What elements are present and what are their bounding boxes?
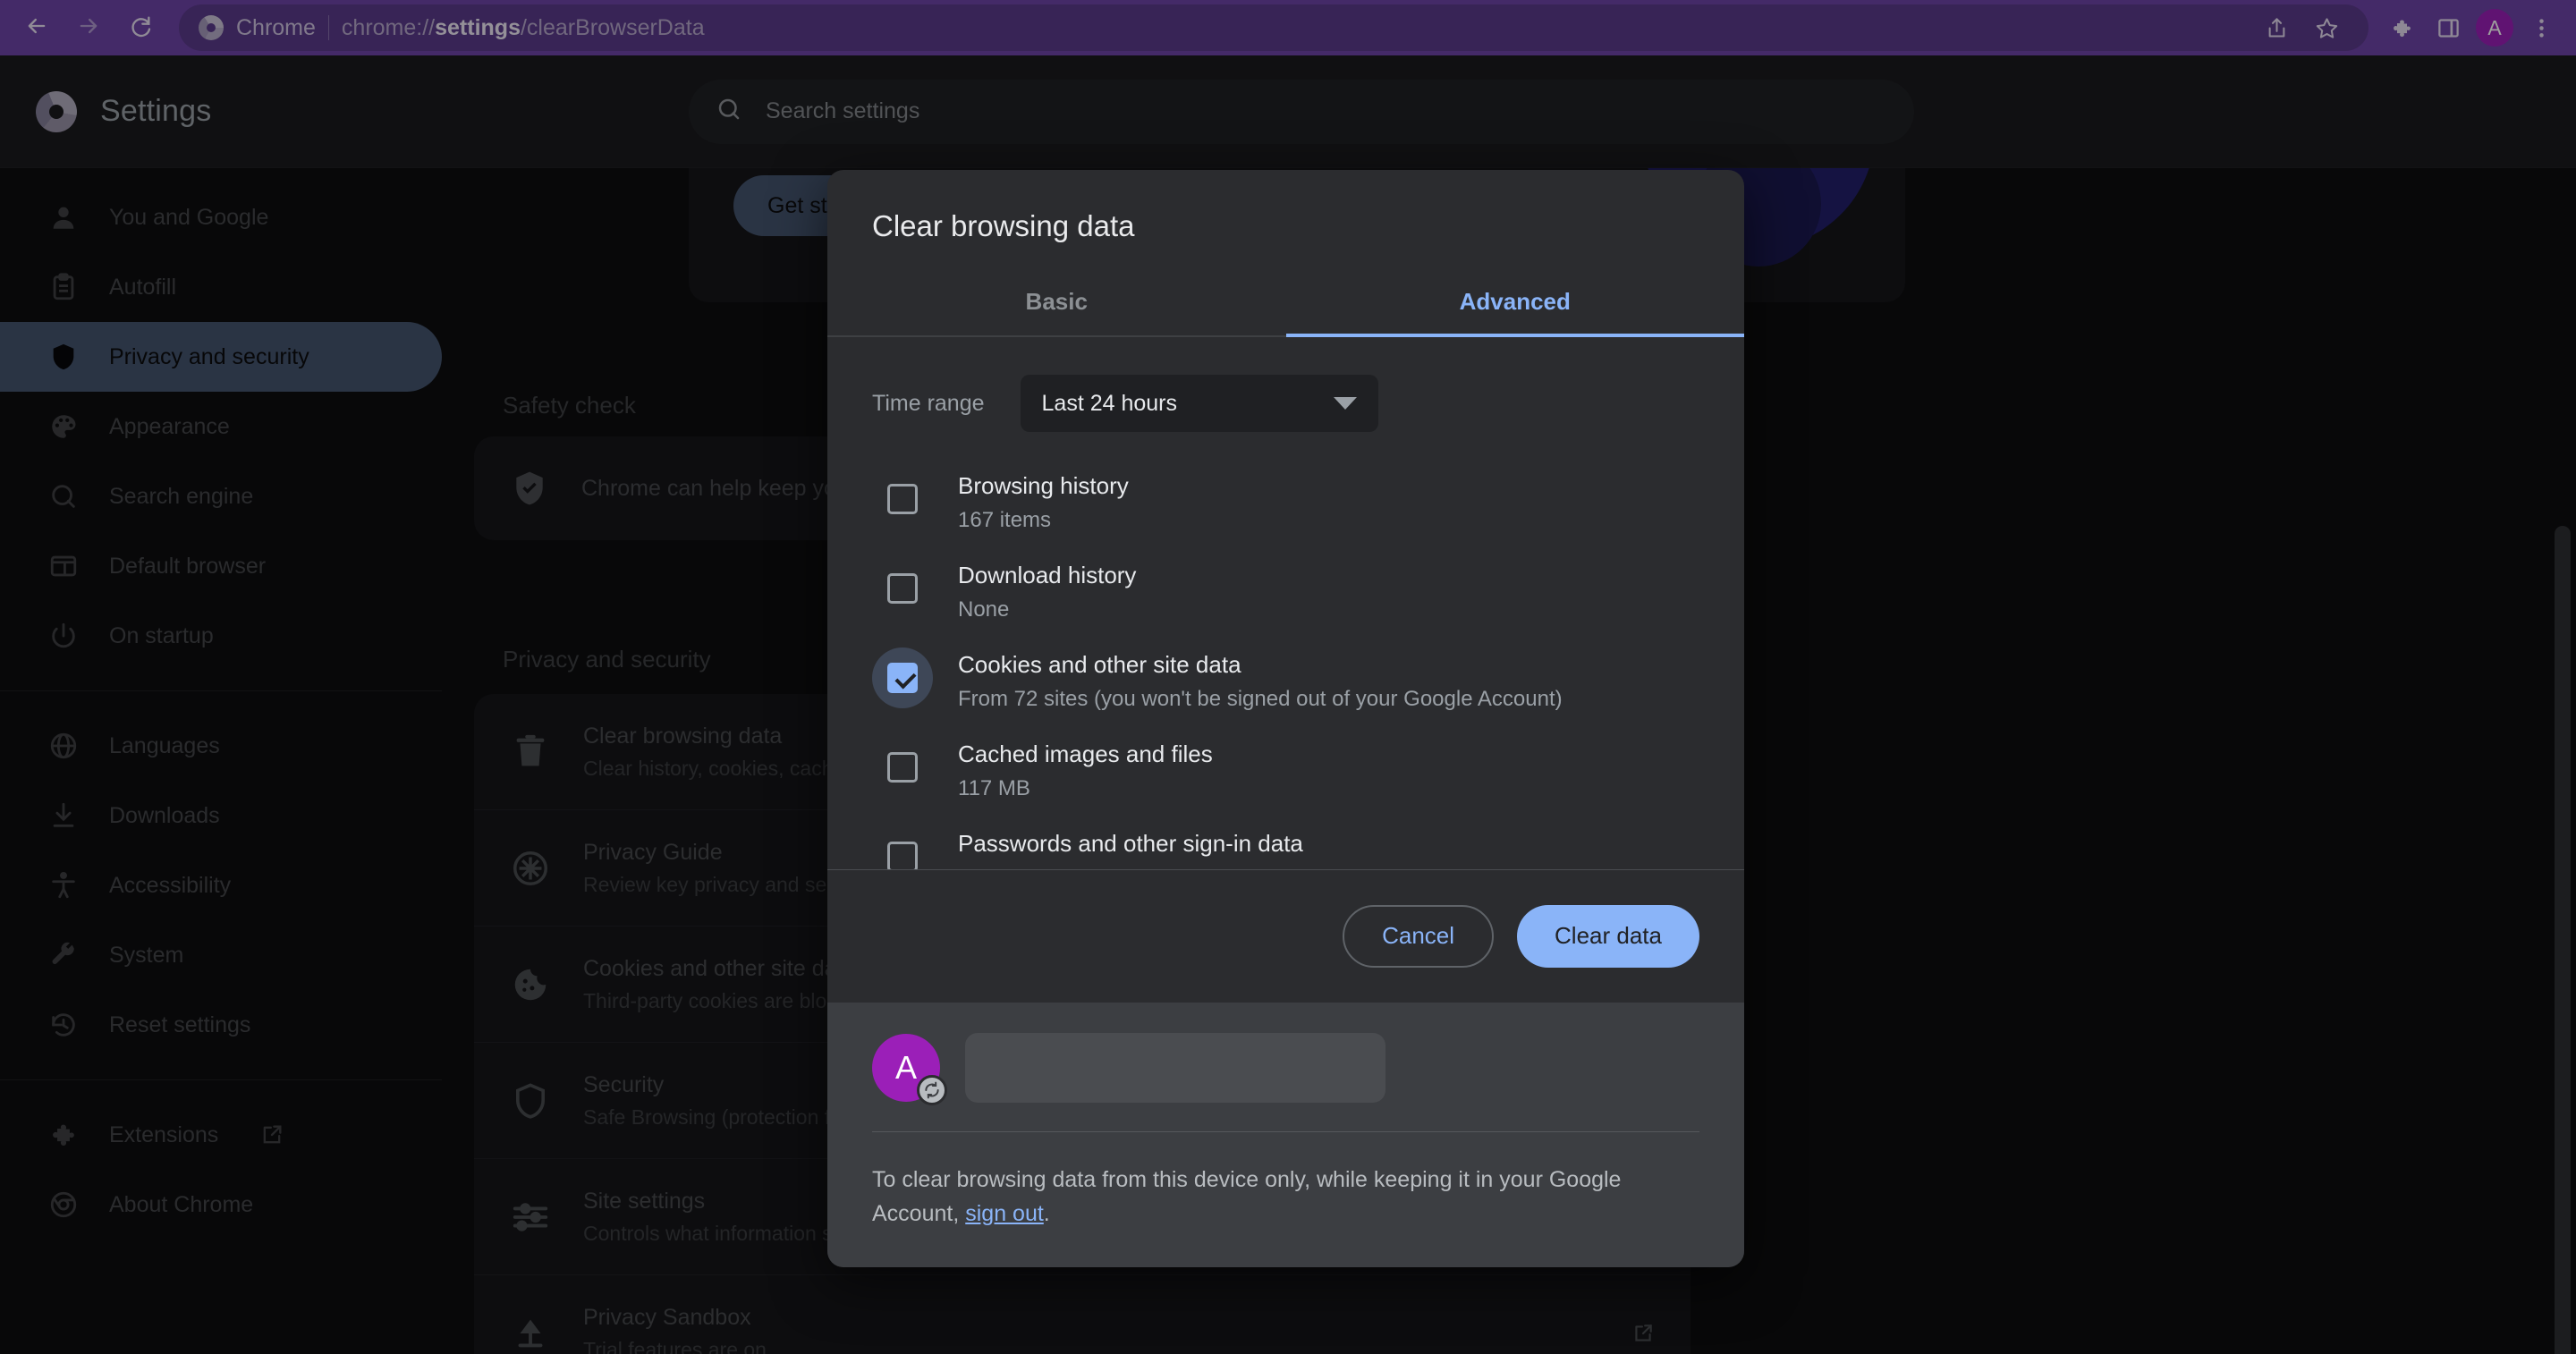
- sync-icon: [917, 1074, 947, 1105]
- checkbox-hit-area[interactable]: [872, 558, 933, 619]
- checkbox-sublabel: 117 MB: [958, 776, 1030, 800]
- dialog-title: Clear browsing data: [872, 209, 1135, 242]
- avatar: A: [872, 1033, 947, 1105]
- checkbox-text: Cached images and files 117 MB: [958, 735, 1213, 801]
- checkbox-row-passwords-and-other-sign-in-data[interactable]: Passwords and other sign-in data None: [872, 813, 1699, 869]
- checkbox-hit-area[interactable]: [872, 647, 933, 708]
- checkbox-label: Cookies and other site data: [958, 651, 1241, 678]
- checkbox-label: Passwords and other sign-in data: [958, 830, 1303, 857]
- checkbox-text: Cookies and other site data From 72 site…: [958, 646, 1563, 712]
- checkbox-text: Browsing history 167 items: [958, 467, 1129, 533]
- checkbox-row-cookies-and-other-site-data[interactable]: Cookies and other site data From 72 site…: [872, 634, 1699, 724]
- checkbox-hit-area[interactable]: [872, 469, 933, 529]
- checkbox-hit-area[interactable]: [872, 826, 933, 869]
- checkbox-label: Cached images and files: [958, 740, 1213, 767]
- time-range-label: Time range: [872, 390, 985, 416]
- checkbox-row-browsing-history[interactable]: Browsing history 167 items: [872, 455, 1699, 545]
- checkbox-row-cached-images-and-files[interactable]: Cached images and files 117 MB: [872, 724, 1699, 813]
- chevron-down-icon: [1333, 397, 1357, 410]
- clear-browsing-data-dialog: Clear browsing data Basic Advanced Time …: [827, 170, 1744, 1267]
- dialog-account-footer: A To clear browsing data from this devic…: [827, 1002, 1744, 1267]
- tab-advanced[interactable]: Advanced: [1285, 274, 1745, 337]
- tab-basic[interactable]: Basic: [827, 274, 1286, 335]
- time-range-control: Time range Last 24 hours: [827, 337, 1744, 432]
- account-note-suffix: .: [1043, 1201, 1050, 1227]
- account-note: To clear browsing data from this device …: [872, 1132, 1677, 1232]
- dialog-tabs: Basic Advanced: [827, 274, 1744, 337]
- checkbox-label: Browsing history: [958, 472, 1129, 499]
- time-range-select[interactable]: Last 24 hours: [1020, 375, 1378, 432]
- checkbox-hit-area[interactable]: [872, 737, 933, 798]
- checkbox-sublabel: None: [958, 597, 1010, 622]
- clear-data-button[interactable]: Clear data: [1517, 904, 1699, 968]
- checkbox-text: Passwords and other sign-in data None: [958, 825, 1303, 869]
- avatar-initial: A: [894, 1048, 917, 1086]
- checkbox-icon: [887, 752, 918, 783]
- dialog-scroll-area[interactable]: Time range Last 24 hours Browsing histor…: [827, 337, 1744, 870]
- checkbox-text: Download history None: [958, 556, 1136, 622]
- checkbox-sublabel: 167 items: [958, 508, 1052, 532]
- checkbox-icon: [887, 484, 918, 514]
- checkbox-sublabel: From 72 sites (you won't be signed out o…: [958, 687, 1563, 711]
- data-type-checkbox-list: Browsing history 167 items Download hist…: [827, 432, 1744, 869]
- cancel-button[interactable]: Cancel: [1343, 904, 1495, 968]
- checkbox-sublabel: None: [958, 866, 1303, 869]
- time-range-value: Last 24 hours: [1041, 390, 1178, 416]
- checkbox-checked-icon: [887, 663, 918, 693]
- checkbox-row-download-history[interactable]: Download history None: [872, 545, 1699, 634]
- account-row: A: [872, 1032, 1699, 1131]
- dialog-action-bar: Cancel Clear data: [827, 869, 1744, 1003]
- checkbox-icon: [887, 842, 918, 869]
- sign-out-link[interactable]: sign out: [965, 1201, 1044, 1226]
- checkbox-label: Download history: [958, 562, 1137, 588]
- account-name-placeholder: [965, 1032, 1385, 1103]
- checkbox-icon: [887, 573, 918, 604]
